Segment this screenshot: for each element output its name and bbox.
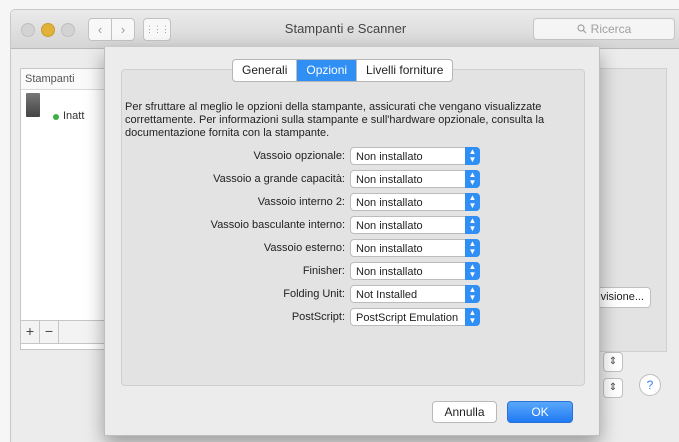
finisher-popup[interactable]: Non installato ▲ ▼ — [350, 262, 480, 280]
printers-list[interactable]: Stampanti Inatt — [20, 68, 110, 350]
option-row: Vassoio basculante interno: Non installa… — [105, 216, 599, 236]
option-label: Vassoio esterno: — [263, 242, 345, 254]
internal-shift-tray-popup[interactable]: Non installato ▲ ▼ — [350, 216, 480, 234]
printer-icon — [26, 93, 40, 117]
option-row: Vassoio esterno: Non installato ▲ ▼ — [105, 239, 599, 259]
title-bar: ‹ › ⋮⋮⋮ Stampanti e Scanner Ricerca — [11, 10, 679, 49]
chevron-updown-icon: ▲ ▼ — [465, 239, 480, 257]
chevron-updown-icon: ▲ ▼ — [465, 285, 480, 303]
status-dot-icon — [53, 114, 59, 120]
popup-value: Non installato — [356, 197, 423, 209]
option-label: Finisher: — [302, 265, 345, 277]
printers-list-header: Stampanti — [21, 69, 109, 90]
options-description: Per sfruttare al meglio le opzioni della… — [125, 101, 545, 139]
optional-tray-popup[interactable]: Non installato ▲ ▼ — [350, 147, 480, 165]
printers-list-toolbar: + − — [20, 320, 110, 344]
option-label: PostScript: — [291, 311, 345, 323]
option-row: Finisher: Non installato ▲ ▼ — [105, 262, 599, 282]
remove-printer-button[interactable]: − — [40, 321, 59, 343]
search-icon — [577, 24, 587, 34]
tab-general[interactable]: Generali — [233, 60, 298, 81]
options-sheet: Generali Opzioni Livelli forniture Per s… — [104, 47, 600, 436]
popup-value: Non installato — [356, 220, 423, 232]
chevron-updown-icon: ▲ ▼ — [465, 170, 480, 188]
option-label: Vassoio opzionale: — [253, 150, 345, 162]
option-row: Folding Unit: Not Installed ▲ ▼ — [105, 285, 599, 305]
add-printer-button[interactable]: + — [21, 321, 40, 343]
internal-tray-2-popup[interactable]: Non installato ▲ ▼ — [350, 193, 480, 211]
chevron-updown-icon: ▲ ▼ — [465, 193, 480, 211]
option-label: Vassoio a grande capacità: — [213, 173, 345, 185]
chevron-updown-icon: ▲ ▼ — [465, 147, 480, 165]
postscript-popup[interactable]: PostScript Emulation ▲ ▼ — [350, 308, 480, 326]
option-label: Folding Unit: — [283, 288, 345, 300]
ok-button[interactable]: OK — [507, 401, 573, 423]
option-label: Vassoio basculante interno: — [210, 219, 345, 231]
cancel-button[interactable]: Annulla — [432, 401, 497, 423]
option-row: PostScript: PostScript Emulation ▲ ▼ — [105, 308, 599, 328]
option-row: Vassoio interno 2: Non installato ▲ ▼ — [105, 193, 599, 213]
default-printer-popup[interactable]: ⇕ — [603, 352, 623, 372]
help-button[interactable]: ? — [639, 374, 661, 396]
folding-unit-popup[interactable]: Not Installed ▲ ▼ — [350, 285, 480, 303]
printer-status: Inatt — [63, 110, 85, 122]
external-tray-popup[interactable]: Non installato ▲ ▼ — [350, 239, 480, 257]
tab-bar: Generali Opzioni Livelli forniture — [232, 59, 454, 82]
popup-value: Not Installed — [356, 289, 418, 301]
option-row: Vassoio opzionale: Non installato ▲ ▼ — [105, 147, 599, 167]
popup-value: Non installato — [356, 174, 423, 186]
popup-value: PostScript Emulation — [356, 312, 459, 324]
chevron-updown-icon: ▲ ▼ — [465, 262, 480, 280]
popup-value: Non installato — [356, 266, 423, 278]
high-capacity-tray-popup[interactable]: Non installato ▲ ▼ — [350, 170, 480, 188]
popup-value: Non installato — [356, 243, 423, 255]
chevron-updown-icon: ▲ ▼ — [465, 308, 480, 326]
chevron-updown-icon: ▲ ▼ — [465, 216, 480, 234]
option-label: Vassoio interno 2: — [257, 196, 345, 208]
option-row: Vassoio a grande capacità: Non installat… — [105, 170, 599, 190]
tab-options[interactable]: Opzioni — [297, 60, 358, 81]
tab-supply-levels[interactable]: Livelli forniture — [357, 60, 452, 81]
search-placeholder: Ricerca — [590, 22, 632, 36]
default-paper-popup[interactable]: ⇕ — [603, 378, 623, 398]
search-field[interactable]: Ricerca — [533, 18, 675, 40]
printer-details-pane — [589, 68, 667, 352]
popup-value: Non installato — [356, 151, 423, 163]
